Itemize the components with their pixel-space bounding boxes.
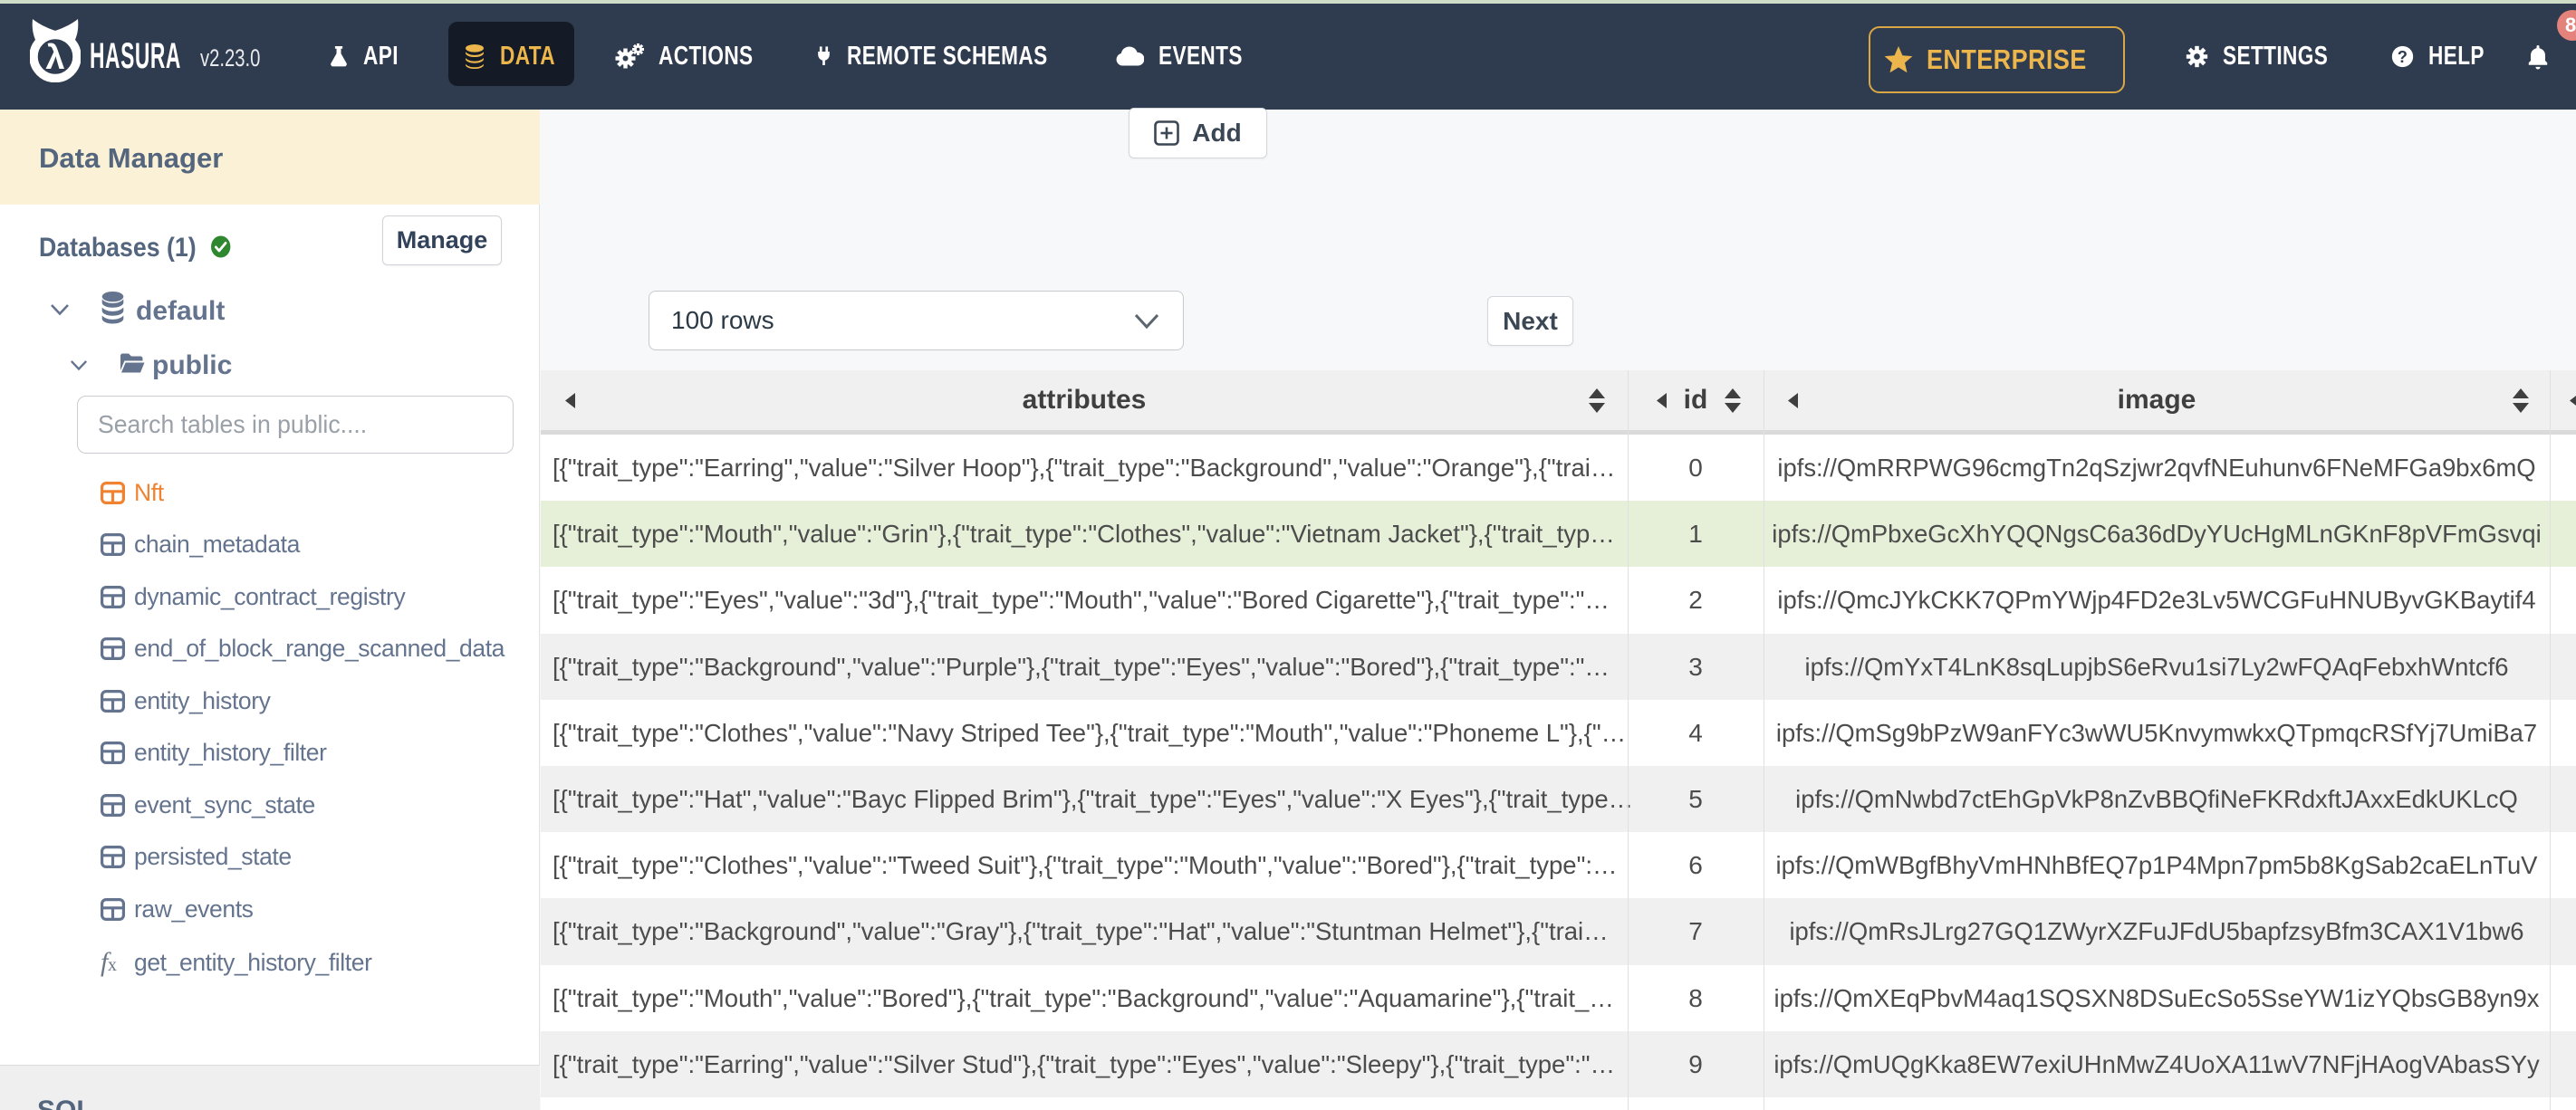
svg-text:λ: λ bbox=[45, 39, 64, 77]
svg-text:?: ? bbox=[2398, 47, 2408, 66]
